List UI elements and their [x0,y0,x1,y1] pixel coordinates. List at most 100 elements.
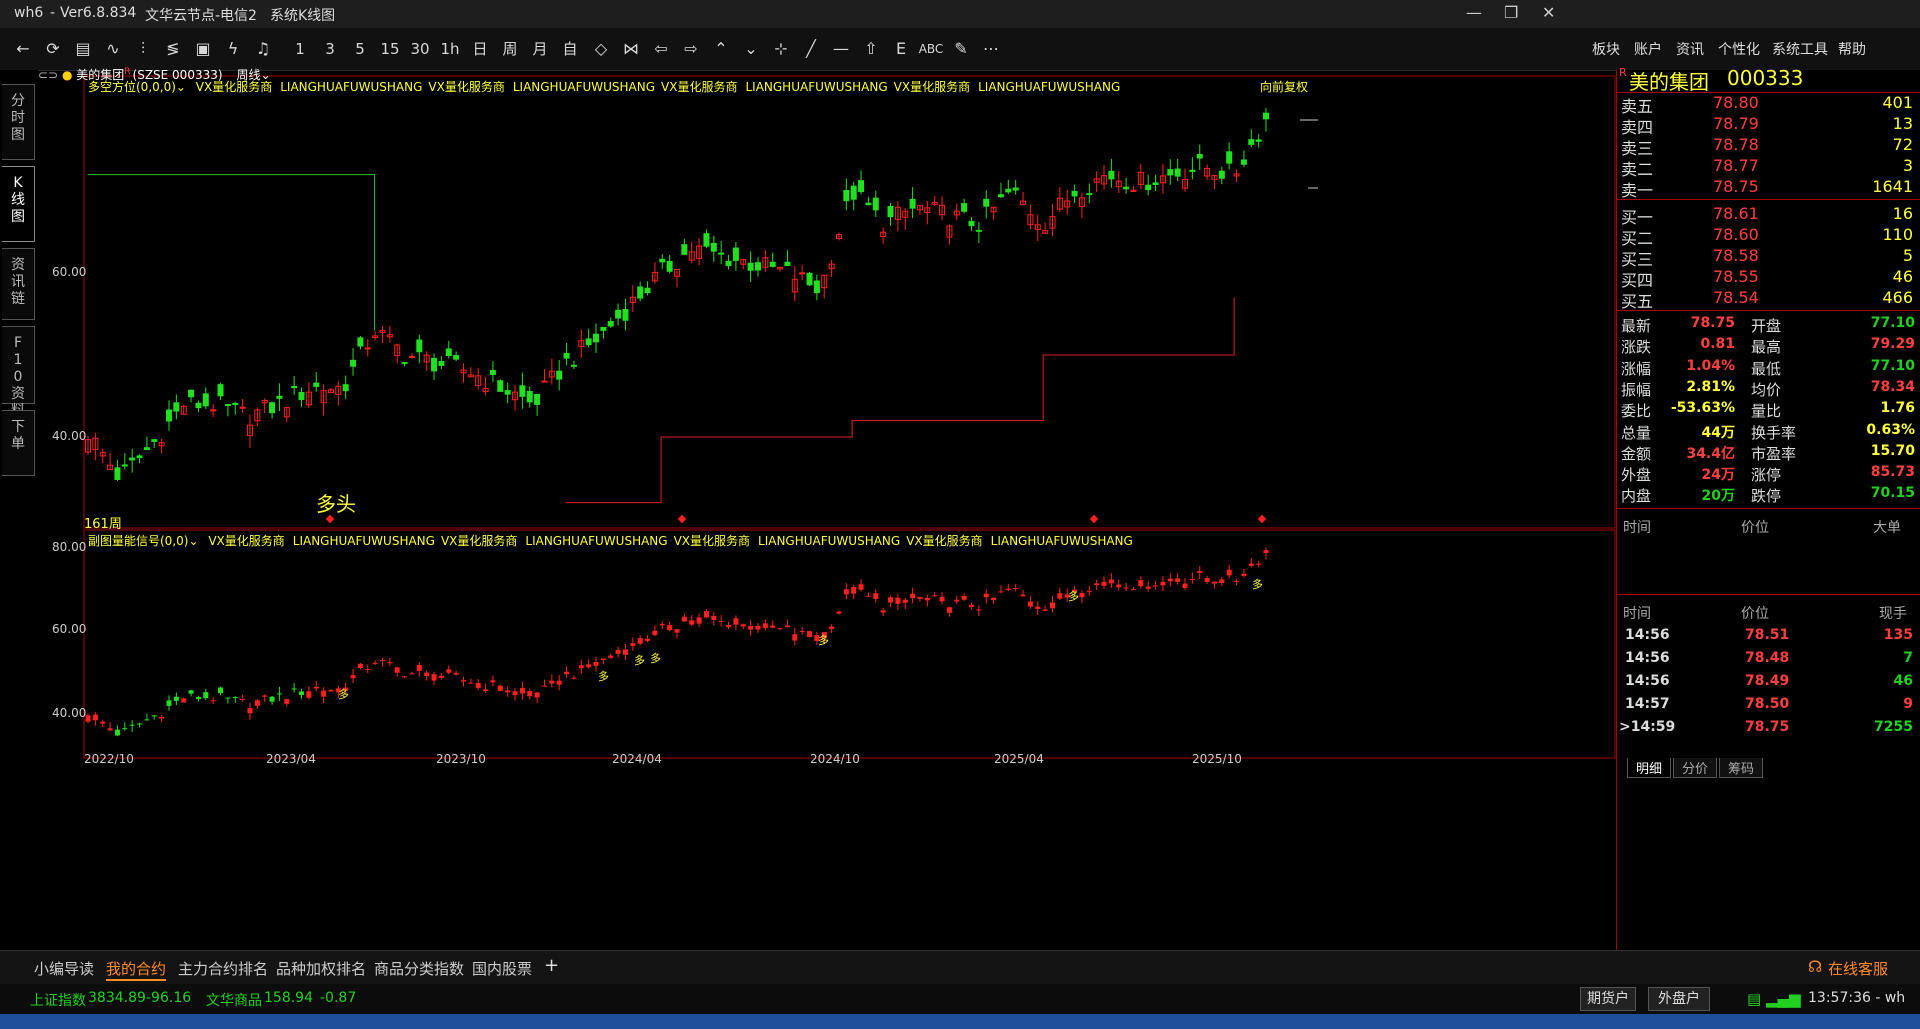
more-icon[interactable]: ⋯ [978,38,1004,60]
arrow-left-icon[interactable]: ⇦ [648,38,674,60]
close-icon[interactable]: ✕ [1542,3,1555,22]
restore-icon[interactable]: ❐ [1504,3,1518,22]
chevron-down-icon[interactable]: ⌄ [176,80,190,94]
candle-body [564,671,570,675]
bottom-tab-3[interactable]: 品种加权排名 [276,958,366,979]
candle-body [1130,589,1136,591]
period-button-0[interactable]: 1 [288,38,312,60]
period-button-9[interactable]: 自 [558,38,582,60]
bottom-tab-4[interactable]: 商品分类指数 [374,958,464,979]
candle-body [468,682,474,684]
bell-icon[interactable]: ♫ [252,38,274,60]
candle-body [129,457,136,461]
period-button-3[interactable]: 15 [378,38,402,60]
table-icon[interactable]: ▤ [72,38,94,60]
candle-body [932,595,938,597]
down-icon[interactable]: ⌄ [738,38,764,60]
kline-chart[interactable] [38,70,1616,950]
candle-body [703,233,710,247]
quote-tab-1[interactable]: 分价 [1673,758,1718,778]
arrow-right-icon[interactable]: ⇨ [678,38,704,60]
left-tab-1[interactable]: K线图 [2,166,35,242]
candle-body [438,675,444,678]
quote-tab-0[interactable]: 明细 [1627,758,1672,778]
quote-tab-2[interactable]: 筹码 [1719,758,1764,778]
candle-body [460,680,466,682]
main-indicator-name[interactable]: 多空方位(0,0,0) [88,80,176,94]
candle-body [872,197,879,211]
indicator-icon[interactable]: ≶ [162,38,184,60]
candle-body [615,309,622,319]
up-icon[interactable]: ⌃ [708,38,734,60]
left-tab-label: 分时图 [11,93,25,143]
menu-1[interactable]: 账户 [1634,39,1662,59]
text-e-icon[interactable]: Ε [888,38,914,60]
sub-indicator-name[interactable]: 副图量能信号(0,0) [88,534,188,548]
foreign-account-button[interactable]: 外盘户 [1648,987,1710,1011]
sub-indicator-name-row: 副图量能信号(0,0)⌄ VX量化服务商 LIANGHUAFUWUSHANG VX量… [88,532,1133,549]
chevron-down-icon[interactable]: ⌄ [188,534,202,548]
menu-2[interactable]: 资讯 [1676,39,1704,59]
add-tab-icon[interactable]: + [544,955,559,976]
candle-body [637,286,644,299]
candle-body [917,596,923,599]
zoom-icon[interactable]: ◇ [588,38,614,60]
tick-row: >14:59 78.75 7255 [1617,716,1920,742]
back-icon[interactable]: ← [12,38,34,60]
home-icon[interactable]: ⇧ [858,38,884,60]
tick-time: 14:56 [1625,627,1670,643]
candle-body [784,261,791,266]
candle-body [114,729,120,736]
menu-0[interactable]: 板块 [1592,39,1620,59]
period-button-1[interactable]: 3 [318,38,342,60]
left-tab-0[interactable]: 分时图 [2,84,35,160]
period-button-8[interactable]: 月 [528,38,552,60]
candle-body [799,630,805,632]
candlestick-icon[interactable]: ⫶ [132,38,154,60]
line-chart-icon[interactable]: ∿ [102,38,124,60]
menu-4[interactable]: 系统工具 [1772,39,1828,59]
futures-account-button[interactable]: 期货户 [1580,987,1636,1011]
flash-icon[interactable]: ϟ [222,38,244,60]
sub-pane-frame [83,529,1616,759]
ask-row[interactable]: 卖一 78.75 1641 [1617,174,1920,200]
bottom-tab-5[interactable]: 国内股票 [472,958,532,979]
stat-value: 78.75 [1690,315,1735,331]
refresh-icon[interactable]: ⟳ [42,38,64,60]
bid-row[interactable]: 买五 78.54 466 [1617,285,1920,311]
abc-icon[interactable]: ABC [918,38,944,60]
kline-chart-area[interactable]: ⊂⊃ ● 美的集团R (SZSE 000333) 周线⌄ 多空方位(0,0,0)⌄ V… [38,67,1616,950]
box-icon[interactable]: ▣ [192,38,214,60]
candle-body [755,625,761,630]
candle-body [114,467,121,480]
draw-line-icon[interactable]: ╱ [798,38,824,60]
compress-icon[interactable]: ⋈ [618,38,644,60]
candle-body [851,587,857,594]
period-button-7[interactable]: 周 [498,38,522,60]
minimize-icon[interactable]: — [1466,3,1482,22]
candle-body [637,638,643,644]
menu-3[interactable]: 个性化 [1718,39,1760,59]
left-tab-2[interactable]: 资讯链 [2,248,35,320]
left-tab-3[interactable]: F10资料 [2,326,35,419]
xaxis-label: 2024/10 [810,752,860,766]
pencil-icon[interactable]: ✎ [948,38,974,60]
left-tab-4[interactable]: 下单 [2,410,35,476]
bottom-tab-2[interactable]: 主力合约排名 [178,958,268,979]
menu-5[interactable]: 帮助 [1838,39,1866,59]
period-button-6[interactable]: 日 [468,38,492,60]
period-button-5[interactable]: 1h [438,38,462,60]
crosshair-icon[interactable]: ⊹ [768,38,794,60]
period-button-2[interactable]: 5 [348,38,372,60]
tick-header-cell: 时间 [1623,606,1651,622]
adjust-label[interactable]: 向前复权 [1260,78,1308,95]
online-service-link[interactable]: 在线客服 [1828,958,1888,979]
headset-icon[interactable]: ☊ [1808,957,1822,976]
mode-toggle-icon[interactable]: ⊂⊃ [38,68,62,82]
period-button-4[interactable]: 30 [408,38,432,60]
bottom-tab-0[interactable]: 小编导读 [34,958,94,979]
candle-body [969,604,974,608]
bottom-tab-1[interactable]: 我的合约 [106,958,167,981]
block-header-cell: 大单 [1873,519,1901,536]
horizontal-line-icon[interactable]: — [828,38,854,60]
